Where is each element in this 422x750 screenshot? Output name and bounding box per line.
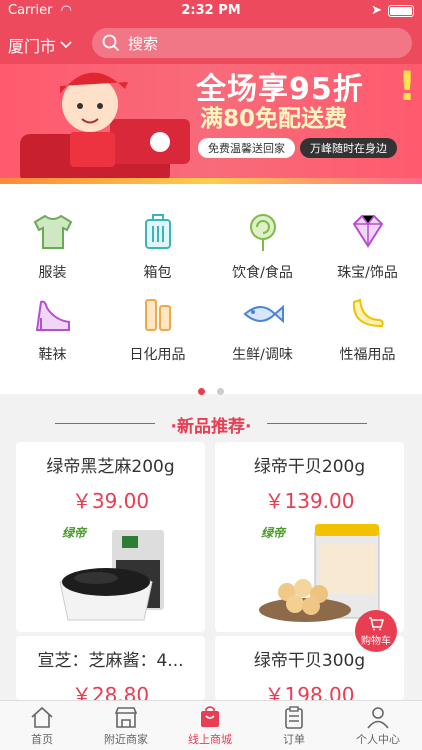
page-dot [216, 388, 224, 395]
category-label: 生鲜/调味 [232, 347, 293, 363]
product-price: ￥39.00 [71, 489, 150, 513]
section-title: ·新品推荐· [0, 412, 422, 437]
product-card[interactable]: 绿帝干贝200g ￥139.00 绿帝 [215, 442, 404, 632]
page-dot-active [198, 388, 206, 395]
location-icon: ➤ [371, 3, 382, 18]
top-bar: 厦门市 搜索 [0, 22, 422, 64]
category-grid: 服装 箱包 饮食/食品 珠宝/饰品 鞋袜 日化用品 生鲜/调味 性福用品 [0, 184, 422, 395]
clock: 2:32 PM [181, 3, 241, 18]
diamond-icon [352, 215, 383, 248]
lollipop-icon [249, 214, 276, 251]
banner-subtitle: 满80免配送费 [200, 106, 348, 132]
category-fresh[interactable]: 生鲜/调味 [210, 294, 315, 364]
tab-orders[interactable]: 订单 [252, 705, 336, 747]
category-jewelry[interactable]: 珠宝/饰品 [315, 212, 420, 282]
status-right: ➤ [371, 3, 414, 18]
banner-tag-1: 免费温馨送回家 [198, 138, 295, 158]
shopping-bag-icon [201, 706, 219, 727]
banana-icon [352, 298, 384, 328]
high-heel-icon [35, 300, 70, 331]
user-icon [367, 707, 389, 729]
cart-icon [369, 617, 384, 631]
tab-nearby[interactable]: 附近商家 [84, 705, 168, 747]
toiletries-icon [144, 299, 171, 331]
cart-label: 购物车 [361, 636, 391, 647]
search-input[interactable]: 搜索 [92, 28, 412, 58]
brand-logo: 绿帝 [62, 526, 87, 540]
luggage-icon [144, 214, 171, 249]
search-placeholder: 搜索 [128, 34, 159, 53]
sesame-product-illustration [59, 530, 164, 621]
page-indicator[interactable] [0, 380, 422, 399]
cart-button[interactable]: 购物车 [355, 610, 397, 652]
city-label: 厦门市 [8, 37, 57, 56]
category-label: 日化用品 [129, 347, 186, 363]
banner-tag-2: 万峰随时在身边 [300, 138, 397, 158]
product-name: 宣芝：芝麻酱：4... [37, 651, 184, 671]
banner-exclamation: ! [398, 64, 417, 110]
category-adult[interactable]: 性福用品 [315, 294, 420, 364]
tab-label: 附近商家 [104, 733, 148, 746]
search-icon [102, 34, 120, 52]
tab-label: 线上商城 [188, 733, 232, 746]
product-card[interactable]: 宣芝：芝麻酱：4... ￥28.80 [16, 636, 205, 700]
product-price: ￥139.00 [264, 489, 355, 513]
category-clothing[interactable]: 服装 [0, 212, 105, 282]
tab-home[interactable]: 首页 [0, 705, 84, 747]
category-label: 性福用品 [339, 347, 396, 363]
category-toiletries[interactable]: 日化用品 [105, 294, 210, 364]
category-label: 鞋袜 [38, 347, 67, 363]
category-bags[interactable]: 箱包 [105, 212, 210, 282]
tab-label: 个人中心 [356, 733, 400, 746]
product-name: 绿帝干贝200g [253, 457, 366, 477]
category-label: 服装 [38, 265, 67, 281]
fish-icon [242, 304, 284, 324]
promo-banner[interactable]: 全场享95折 ! 满80免配送费 免费温馨送回家 万峰随时在身边 [0, 64, 422, 184]
category-label: 箱包 [143, 265, 172, 281]
product-card[interactable]: 绿帝黑芝麻200g ￥39.00 绿帝 [16, 442, 205, 632]
city-selector[interactable]: 厦门市 [8, 33, 72, 57]
home-icon [31, 706, 53, 728]
tab-bar: 首页 附近商家 线上商城 订单 个人中心 [0, 700, 422, 750]
product-price: ￥198.00 [264, 683, 355, 700]
brand-logo: 绿帝 [261, 526, 286, 540]
store-icon [114, 707, 138, 728]
tab-profile[interactable]: 个人中心 [336, 705, 420, 747]
product-name: 绿帝黑芝麻200g [46, 457, 175, 477]
category-shoes[interactable]: 鞋袜 [0, 294, 105, 364]
tab-label: 首页 [31, 733, 53, 746]
chevron-down-icon [60, 41, 72, 49]
category-label: 饮食/食品 [232, 265, 293, 281]
tab-label: 订单 [283, 733, 305, 746]
category-label: 珠宝/饰品 [337, 265, 398, 281]
tshirt-icon [33, 214, 72, 249]
category-food[interactable]: 饮食/食品 [210, 212, 315, 282]
battery-icon [388, 4, 414, 17]
product-price: ￥28.80 [71, 683, 150, 700]
delivery-courier-illustration [20, 72, 190, 184]
clipboard-icon [285, 706, 303, 729]
product-image: 绿帝 [16, 520, 205, 630]
status-bar: Carrier ◠ 2:32 PM ➤ [0, 0, 422, 22]
tab-online-mall[interactable]: 线上商城 [168, 705, 252, 747]
